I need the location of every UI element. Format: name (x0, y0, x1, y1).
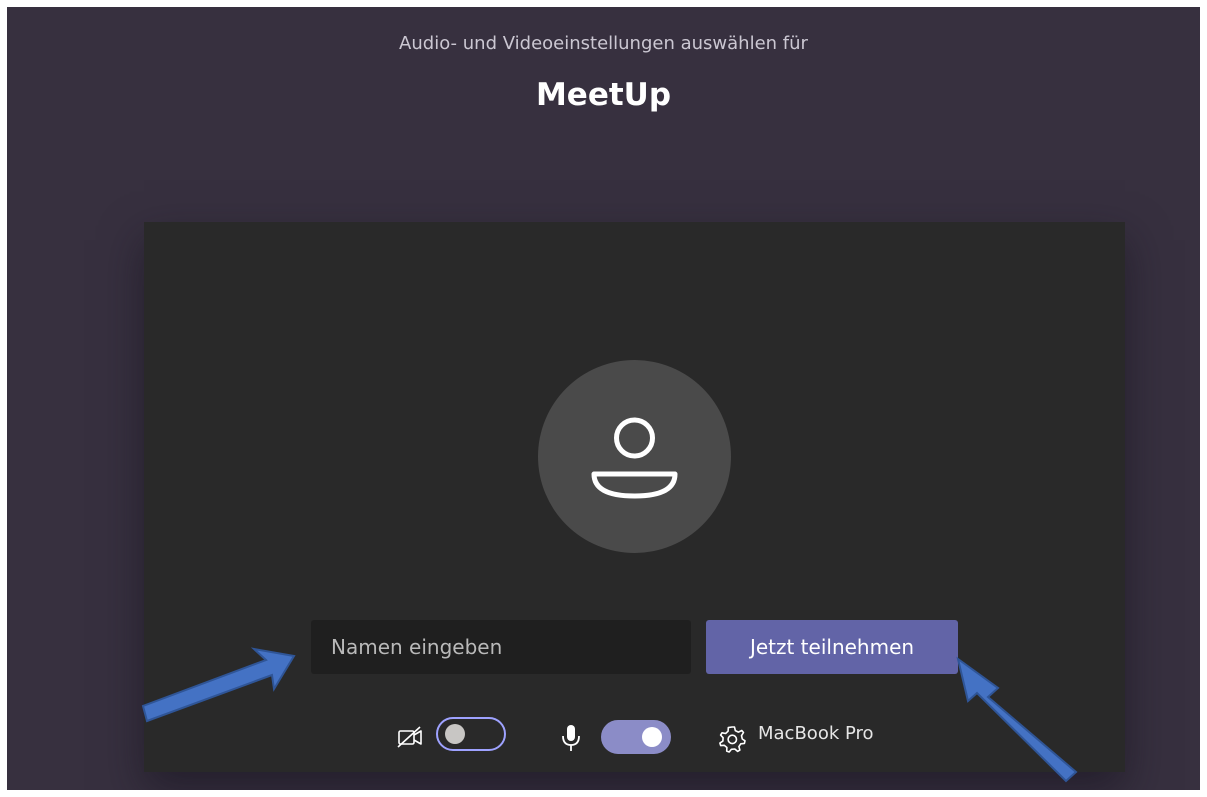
camera-toggle-knob (445, 724, 465, 744)
person-icon (591, 417, 678, 499)
gear-icon[interactable] (717, 724, 747, 754)
camera-toggle[interactable] (436, 717, 506, 751)
avatar (538, 360, 731, 553)
prejoin-subtitle: Audio- und Videoeinstellungen auswählen … (399, 33, 808, 54)
microphone-icon[interactable] (560, 723, 582, 753)
join-now-button[interactable]: Jetzt teilnehmen (706, 620, 958, 674)
microphone-toggle[interactable] (601, 720, 671, 754)
video-preview-panel: Jetzt teilnehmen MacBook Pro (144, 222, 1125, 772)
device-settings-label[interactable]: MacBook Pro (758, 723, 874, 744)
camera-off-icon[interactable] (396, 725, 424, 749)
meeting-title: MeetUp (535, 77, 672, 113)
name-input[interactable] (311, 620, 691, 674)
meeting-prejoin-screen: Audio- und Videoeinstellungen auswählen … (7, 7, 1200, 790)
microphone-toggle-knob (642, 727, 662, 747)
